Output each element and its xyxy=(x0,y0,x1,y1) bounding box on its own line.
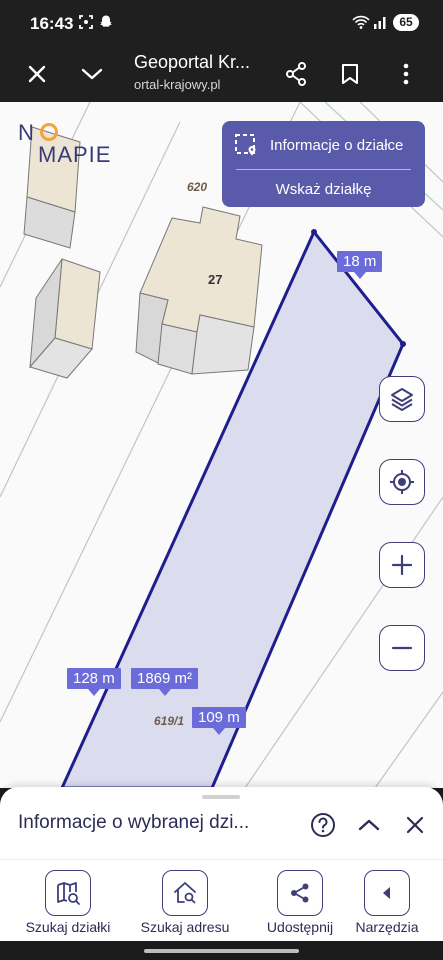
layers-icon xyxy=(391,388,413,411)
locate-button[interactable] xyxy=(379,459,425,505)
home-search-icon xyxy=(174,882,196,904)
bottom-navigation: Szukaj działki Szukaj adresu Udostępnij … xyxy=(0,859,443,941)
share-button[interactable] xyxy=(276,54,316,94)
screenshot-icon xyxy=(78,14,94,35)
zoom-in-icon xyxy=(391,554,413,576)
gesture-bar xyxy=(0,941,443,960)
layers-button[interactable] xyxy=(379,376,425,422)
bookmark-button[interactable] xyxy=(330,54,370,94)
parcel-info-label: Informacje o działce xyxy=(270,136,404,154)
chevron-left-icon xyxy=(383,887,390,899)
measure-area: 1869 m² xyxy=(131,668,199,696)
close-tab-button[interactable] xyxy=(17,54,57,94)
expand-sheet-button[interactable] xyxy=(353,809,385,841)
sheet-title[interactable]: Informacje o wybranej dzi... xyxy=(18,812,283,834)
nav-label: Szukaj adresu xyxy=(140,919,230,935)
signal-icon xyxy=(373,14,387,35)
measure-top-edge: 18 m xyxy=(337,251,383,279)
wifi-icon xyxy=(352,14,370,35)
parcel-info-sheet: Informacje o wybranej dzi... xyxy=(0,787,443,859)
zoom-out-button[interactable] xyxy=(379,625,425,671)
parcel-info-button[interactable]: Informacje o działce xyxy=(234,132,424,158)
select-parcel-icon xyxy=(235,134,256,156)
home-gesture-handle[interactable] xyxy=(144,949,299,953)
locate-icon xyxy=(390,470,414,494)
help-icon xyxy=(311,813,335,837)
zoom-out-icon xyxy=(391,646,413,650)
nomapie-logo: N MAPIE xyxy=(18,120,112,167)
chevron-down-icon xyxy=(81,68,103,80)
measure-left-edge: 128 m xyxy=(67,668,121,696)
building-number: 27 xyxy=(208,272,223,287)
close-sheet-button[interactable] xyxy=(399,809,431,841)
zoom-in-button[interactable] xyxy=(379,542,425,588)
bookmark-icon xyxy=(342,64,358,84)
nav-label: Szukaj działki xyxy=(25,919,111,935)
sheet-drag-handle[interactable] xyxy=(202,795,240,799)
map-search-icon xyxy=(57,882,80,905)
page-title[interactable]: Geoportal Kr... xyxy=(134,52,250,73)
measure-right-edge: 109 m xyxy=(192,707,246,735)
map-view[interactable]: N MAPIE 620 27 619/1 Informacje o działc… xyxy=(0,102,443,788)
chevron-up-icon xyxy=(358,819,380,831)
more-options-button[interactable] xyxy=(386,54,426,94)
browser-toolbar: Geoportal Kr... ortal-krajowy.pl xyxy=(0,44,443,102)
point-parcel-button[interactable]: Wskaż działkę xyxy=(222,177,425,203)
battery-indicator: 65 xyxy=(393,14,419,31)
snapchat-icon xyxy=(98,14,114,35)
panel-divider xyxy=(236,169,411,170)
share-icon xyxy=(291,883,309,903)
close-icon xyxy=(406,816,424,834)
parcel-label-selected: 619/1 xyxy=(154,714,185,728)
nav-label: Narzędzia xyxy=(355,919,419,935)
minimize-button[interactable] xyxy=(72,54,112,94)
building-left xyxy=(29,258,101,379)
nav-search-address[interactable]: Szukaj adresu xyxy=(133,870,237,936)
more-icon xyxy=(403,63,409,85)
close-icon xyxy=(28,65,46,83)
nav-tools[interactable]: Narzędzia xyxy=(335,870,439,936)
status-time: 16:43 xyxy=(30,14,74,33)
help-button[interactable] xyxy=(307,809,339,841)
page-url[interactable]: ortal-krajowy.pl xyxy=(134,77,220,92)
share-icon xyxy=(286,62,306,86)
parcel-info-panel: Informacje o działce Wskaż działkę xyxy=(222,121,425,207)
nav-search-parcel[interactable]: Szukaj działki xyxy=(16,870,120,936)
building-27 xyxy=(135,206,263,375)
status-bar: 16:43 65 xyxy=(0,0,443,44)
parcel-label-north: 620 xyxy=(187,180,208,194)
